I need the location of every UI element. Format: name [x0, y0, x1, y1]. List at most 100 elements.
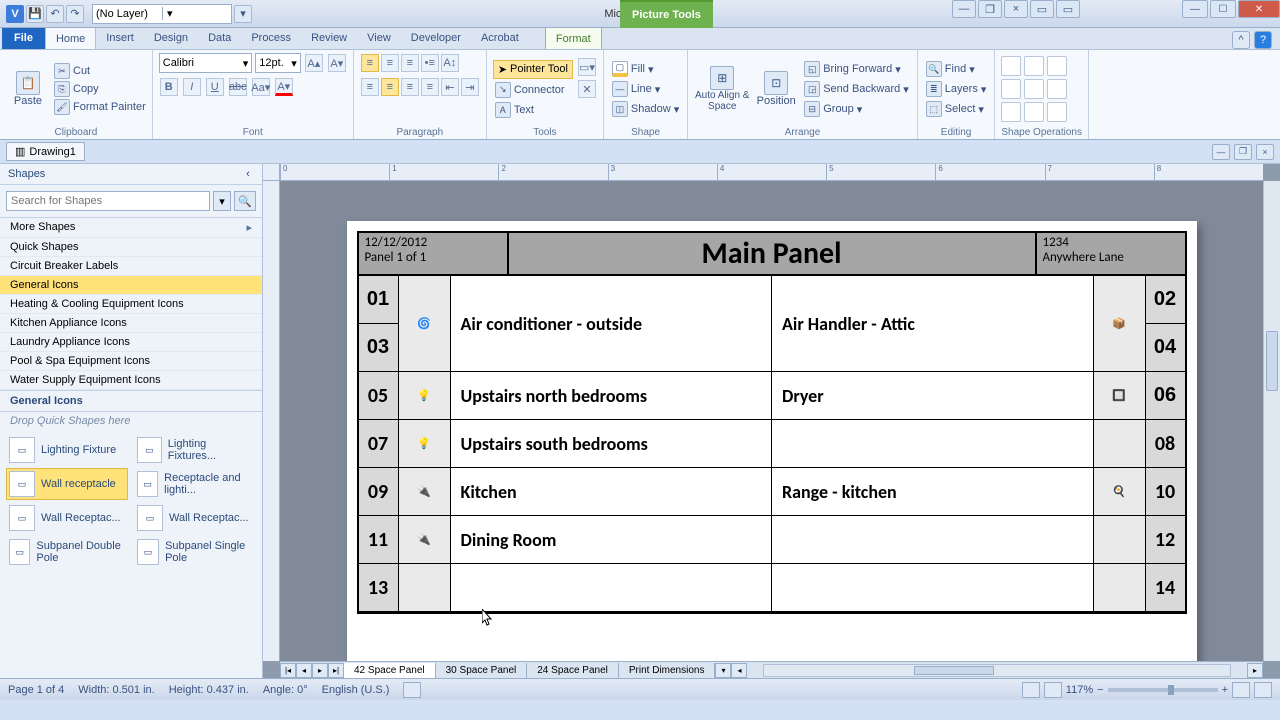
underline-button[interactable]: U — [206, 78, 224, 96]
tab-process[interactable]: Process — [241, 27, 301, 49]
search-go-icon[interactable]: 🔍 — [234, 191, 256, 211]
zoom-out-icon[interactable]: − — [1097, 684, 1103, 696]
shrink-font-icon[interactable]: A▾ — [328, 54, 346, 72]
sheet-nav-prev[interactable]: ◂ — [296, 663, 312, 678]
mdi-extra-icon[interactable]: ▭ — [1030, 0, 1054, 18]
sheet-nav-last[interactable]: ▸| — [328, 663, 344, 678]
fill-button[interactable]: ▢Fill ▾ — [610, 60, 681, 78]
macro-record-icon[interactable] — [403, 682, 421, 698]
view-mode-1[interactable] — [1022, 682, 1040, 698]
maximize-icon[interactable]: ☐ — [1210, 0, 1236, 18]
doc-minimize-icon[interactable]: — — [1212, 144, 1230, 160]
mdi-restore-icon[interactable]: ❐ — [978, 0, 1002, 18]
tab-data[interactable]: Data — [198, 27, 241, 49]
category-item[interactable]: More Shapes — [0, 218, 262, 238]
category-item[interactable]: General Icons — [0, 276, 262, 295]
shape-op-8[interactable] — [1024, 102, 1044, 122]
tab-acrobat[interactable]: Acrobat — [471, 27, 529, 49]
shape-op-4[interactable] — [1001, 79, 1021, 99]
paste-button[interactable]: 📋 Paste — [6, 56, 50, 122]
vertical-scrollbar[interactable] — [1263, 181, 1280, 661]
layers-button[interactable]: ≣Layers ▾ — [924, 80, 989, 98]
layer-dropdown[interactable]: (No Layer) ▾ — [92, 4, 232, 24]
ribbon-minimize-icon[interactable]: ^ — [1232, 31, 1250, 49]
sheet-nav-next[interactable]: ▸ — [312, 663, 328, 678]
grow-font-icon[interactable]: A▴ — [305, 54, 323, 72]
shape-op-3[interactable] — [1047, 56, 1067, 76]
help-icon[interactable]: ? — [1254, 31, 1272, 49]
shape-op-5[interactable] — [1024, 79, 1044, 99]
qat-customize-icon[interactable]: ▾ — [234, 5, 252, 23]
shape-item[interactable]: ▭Wall Receptac... — [134, 502, 256, 534]
category-item[interactable]: Circuit Breaker Labels — [0, 257, 262, 276]
case-button[interactable]: Aa▾ — [252, 78, 270, 96]
shape-op-9[interactable] — [1047, 102, 1067, 122]
fullscreen-icon[interactable] — [1254, 682, 1272, 698]
search-dropdown-icon[interactable]: ▾ — [213, 191, 231, 211]
group-button[interactable]: ⊟Group ▾ — [802, 100, 911, 118]
document-tab[interactable]: ▥ Drawing1 — [6, 142, 85, 161]
view-mode-2[interactable] — [1044, 682, 1062, 698]
category-item[interactable]: Laundry Appliance Icons — [0, 333, 262, 352]
shape-item[interactable]: ▭Receptacle and lighti... — [134, 468, 256, 500]
category-item[interactable]: Kitchen Appliance Icons — [0, 314, 262, 333]
sheet-nav-first[interactable]: |◂ — [280, 663, 296, 678]
delete-tool-icon[interactable]: ✕ — [578, 80, 596, 98]
doc-restore-icon[interactable]: ❐ — [1234, 144, 1252, 160]
text-direction-button[interactable]: A↕ — [441, 54, 459, 72]
rectangle-tool-icon[interactable]: ▭▾ — [578, 58, 596, 76]
scrollbar-thumb[interactable] — [1266, 331, 1278, 391]
tab-view[interactable]: View — [357, 27, 401, 49]
undo-icon[interactable]: ↶ — [46, 5, 64, 23]
connector-button[interactable]: ↘Connector — [493, 81, 573, 99]
bullets-button[interactable]: •≡ — [421, 54, 439, 72]
shape-search-input[interactable] — [6, 191, 210, 211]
format-painter-button[interactable]: 🖌Format Painter — [54, 99, 146, 115]
tab-format[interactable]: Format — [545, 27, 602, 49]
font-size-input[interactable] — [259, 57, 291, 69]
tab-design[interactable]: Design — [144, 27, 198, 49]
sheet-tab[interactable]: 42 Space Panel — [344, 663, 436, 678]
sheet-tab[interactable]: 30 Space Panel — [436, 663, 528, 678]
shape-op-2[interactable] — [1024, 56, 1044, 76]
font-name-input[interactable] — [163, 57, 243, 69]
align-left-button[interactable]: ≡ — [361, 78, 379, 96]
pointer-tool-button[interactable]: ➤Pointer Tool — [493, 60, 573, 79]
font-name-dropdown[interactable]: ▾ — [159, 53, 253, 73]
align-bottom-button[interactable]: ≡ — [401, 54, 419, 72]
canvas[interactable]: 12/12/2012 Panel 1 of 1 Main Panel 1234 … — [280, 181, 1263, 661]
copy-button[interactable]: ⎘Copy — [54, 81, 146, 97]
select-button[interactable]: ⬚Select ▾ — [924, 100, 989, 118]
tab-insert[interactable]: Insert — [96, 27, 144, 49]
strikethrough-button[interactable]: abc — [229, 78, 247, 96]
align-center-button[interactable]: ≡ — [381, 78, 399, 96]
shape-item[interactable]: ▭Wall Receptac... — [6, 502, 128, 534]
font-color-button[interactable]: A▾ — [275, 78, 293, 96]
tab-home[interactable]: Home — [45, 27, 96, 49]
text-tool-button[interactable]: AText — [493, 101, 573, 119]
mdi-close-icon[interactable]: × — [1004, 0, 1028, 18]
sheet-tab[interactable]: 24 Space Panel — [527, 663, 619, 678]
fit-page-icon[interactable] — [1232, 682, 1250, 698]
category-item[interactable]: Heating & Cooling Equipment Icons — [0, 295, 262, 314]
category-item[interactable]: Water Supply Equipment Icons — [0, 371, 262, 390]
tab-developer[interactable]: Developer — [401, 27, 471, 49]
send-backward-button[interactable]: ◲Send Backward ▾ — [802, 80, 911, 98]
zoom-slider[interactable] — [1108, 688, 1218, 692]
mdi-extra2-icon[interactable]: ▭ — [1056, 0, 1080, 18]
collapse-icon[interactable]: ‹ — [242, 168, 254, 180]
shape-item[interactable]: ▭Subpanel Single Pole — [134, 536, 256, 568]
shape-item[interactable]: ▭Subpanel Double Pole — [6, 536, 128, 568]
doc-close-icon[interactable]: × — [1256, 144, 1274, 160]
hscroll-left[interactable]: ◂ — [731, 663, 747, 678]
mdi-minimize-icon[interactable]: — — [952, 0, 976, 18]
italic-button[interactable]: I — [183, 78, 201, 96]
shape-item[interactable]: ▭Wall receptacle — [6, 468, 128, 500]
zoom-in-icon[interactable]: + — [1222, 684, 1228, 696]
zoom-slider-knob[interactable] — [1168, 685, 1174, 695]
align-right-button[interactable]: ≡ — [401, 78, 419, 96]
line-button[interactable]: —Line ▾ — [610, 80, 681, 98]
shape-op-7[interactable] — [1001, 102, 1021, 122]
find-button[interactable]: 🔍Find ▾ — [924, 60, 989, 78]
hscroll-thumb[interactable] — [914, 666, 994, 675]
